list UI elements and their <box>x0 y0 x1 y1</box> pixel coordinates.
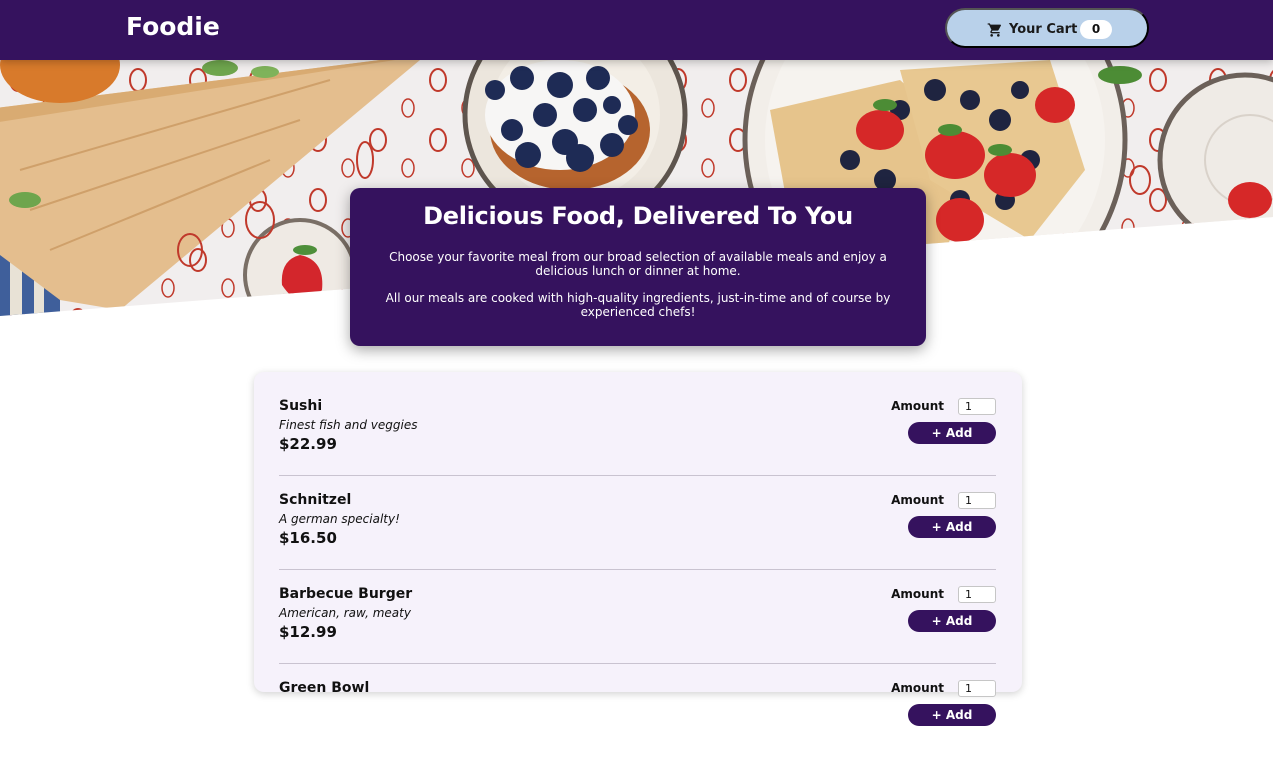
meal-item: Barbecue Burger American, raw, meaty $12… <box>279 582 996 664</box>
summary-paragraph-2: All our meals are cooked with high-quali… <box>385 291 891 319</box>
meal-item: Sushi Finest fish and veggies $22.99 Amo… <box>279 394 996 476</box>
amount-input[interactable] <box>958 492 996 509</box>
cart-label: Your Cart <box>1009 22 1078 37</box>
amount-label: Amount <box>891 493 944 507</box>
app-header: Foodie Your Cart 0 <box>0 0 1273 60</box>
cart-count-badge: 0 <box>1080 20 1112 39</box>
brand-logo[interactable]: Foodie <box>126 12 220 41</box>
amount-label: Amount <box>891 587 944 601</box>
meal-item: Schnitzel A german specialty! $16.50 Amo… <box>279 488 996 570</box>
meal-name: Green Bowl <box>279 680 370 696</box>
summary-card: Delicious Food, Delivered To You Choose … <box>350 188 926 346</box>
meal-description: American, raw, meaty <box>279 606 411 620</box>
meal-price: $12.99 <box>279 623 337 641</box>
add-to-cart-button[interactable]: + Add <box>908 422 996 444</box>
meal-price: $22.99 <box>279 435 337 453</box>
cart-button[interactable]: Your Cart 0 <box>945 8 1149 48</box>
summary-title: Delicious Food, Delivered To You <box>423 202 853 230</box>
amount-label: Amount <box>891 681 944 695</box>
meal-item: Green Bowl Amount + Add <box>279 676 996 758</box>
meals-list: Sushi Finest fish and veggies $22.99 Amo… <box>254 372 1022 726</box>
meal-description: A german specialty! <box>279 512 400 526</box>
add-to-cart-button[interactable]: + Add <box>908 610 996 632</box>
summary-paragraph-1: Choose your favorite meal from our broad… <box>389 250 887 278</box>
amount-input[interactable] <box>958 398 996 415</box>
amount-input[interactable] <box>958 680 996 697</box>
add-to-cart-button[interactable]: + Add <box>908 516 996 538</box>
meal-price: $16.50 <box>279 529 337 547</box>
shopping-cart-icon <box>987 22 1003 38</box>
meal-name: Schnitzel <box>279 492 352 508</box>
meal-description: Finest fish and veggies <box>279 418 418 432</box>
meal-name: Barbecue Burger <box>279 586 413 602</box>
amount-input[interactable] <box>958 586 996 603</box>
add-to-cart-button[interactable]: + Add <box>908 704 996 726</box>
amount-label: Amount <box>891 399 944 413</box>
meal-name: Sushi <box>279 398 323 414</box>
